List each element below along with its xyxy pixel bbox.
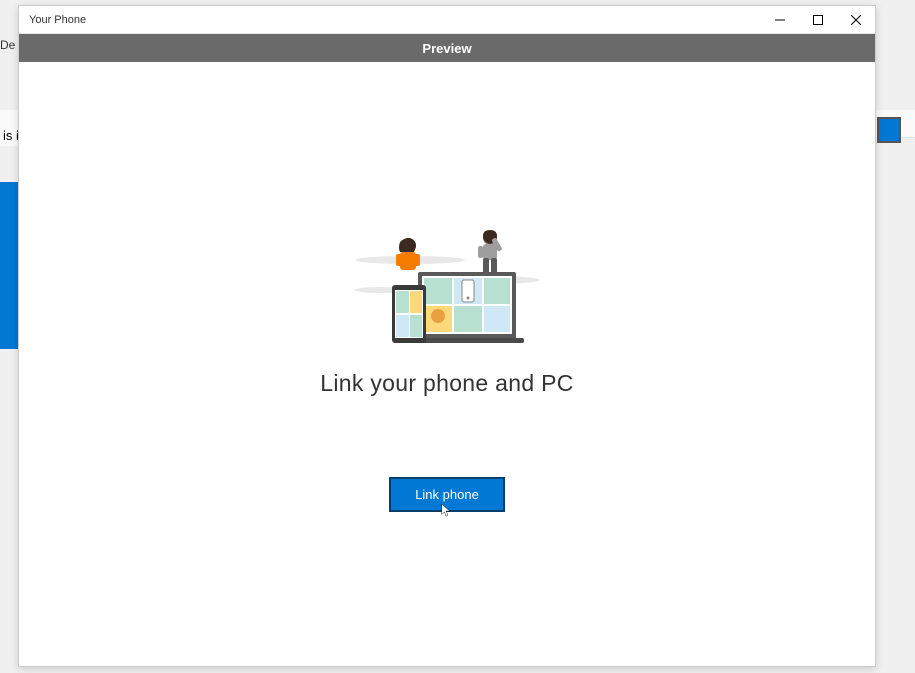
close-button[interactable] <box>837 6 875 33</box>
background-blue-panel <box>0 182 20 349</box>
preview-banner: Preview <box>19 34 875 62</box>
link-phone-button-label: Link phone <box>415 487 479 502</box>
app-window: Your Phone Preview <box>18 5 876 667</box>
preview-label: Preview <box>422 41 471 56</box>
link-phone-button[interactable]: Link phone <box>389 477 505 512</box>
window-controls <box>761 6 875 33</box>
phone-pc-illustration-icon <box>350 230 545 345</box>
minimize-button[interactable] <box>761 6 799 33</box>
background-button-fragment <box>877 117 901 143</box>
main-heading: Link your phone and PC <box>320 370 573 397</box>
maximize-icon <box>813 15 823 25</box>
window-title: Your Phone <box>29 14 86 26</box>
hero-illustration <box>350 230 545 345</box>
minimize-icon <box>775 15 785 25</box>
close-icon <box>851 15 861 25</box>
main-content: Link your phone and PC Link phone <box>19 62 875 666</box>
maximize-button[interactable] <box>799 6 837 33</box>
background-text-fragment: De <box>0 38 15 52</box>
window-titlebar: Your Phone <box>19 6 875 34</box>
cursor-icon <box>441 504 453 518</box>
